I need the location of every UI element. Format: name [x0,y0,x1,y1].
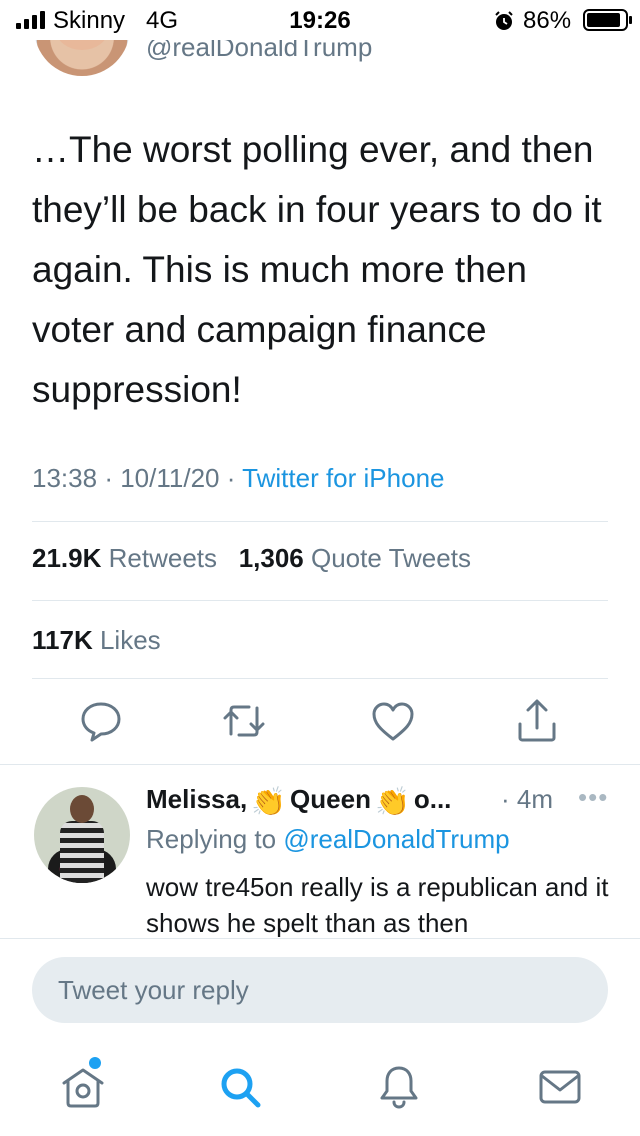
divider [32,678,608,679]
reply-author-name[interactable]: Melissa, 👏 Queen 👏 o... [146,784,451,818]
divider [32,600,608,601]
home-icon[interactable] [59,1063,107,1111]
meta-separator: · [104,463,113,493]
tweet-time: 13:38 [32,463,98,493]
reply-author-avatar[interactable] [34,787,130,883]
reply-name-part: Melissa, [146,784,248,814]
bottom-bar [0,938,640,1136]
likes-link[interactable]: 117K Likes [32,625,161,656]
reply-name-part: o... [413,784,452,814]
like-icon[interactable] [368,696,418,746]
messages-icon[interactable] [536,1063,584,1111]
quote-tweets-count: 1,306 [238,543,304,573]
clapping-hands-emoji: 👏 [251,786,287,817]
reply-input[interactable] [32,957,608,1023]
divider [0,764,640,765]
more-options-icon[interactable]: ••• [578,782,608,813]
divider [32,521,608,522]
tweet-meta: 13:38 · 10/11/20 · Twitter for iPhone [32,463,444,494]
retweets-label: Retweets [108,543,218,573]
share-icon[interactable] [512,696,562,746]
likes-label: Likes [99,625,161,655]
tweet-text: …The worst polling ever, and then they’l… [32,129,602,410]
battery-percentage: 86% [523,7,572,34]
replying-to-line: Replying to @realDonaldTrump [146,824,510,855]
tweet-action-bar [0,696,640,748]
tweet-date: 10/11/20 [120,463,220,493]
compose-reply-box[interactable] [32,957,608,1023]
retweets-count: 21.9K [32,543,102,573]
quote-tweets-label: Quote Tweets [311,543,471,573]
retweets-link[interactable]: 21.9K Retweets [32,543,217,573]
reply-icon[interactable] [76,696,126,746]
engagement-stats: 21.9K Retweets 1,306 Quote Tweets [32,543,471,574]
new-content-dot [89,1057,101,1069]
clapping-hands-emoji: 👏 [374,786,410,817]
quote-tweets-link[interactable]: 1,306 Quote Tweets [239,543,471,573]
alarm-icon [495,11,513,30]
retweet-icon[interactable] [219,696,269,746]
likes-count: 117K [32,625,93,655]
replying-to-label: Replying to [146,824,277,854]
reply-text: wow tre45on really is a republican and i… [146,872,609,937]
battery-icon [583,9,632,31]
reply-timestamp: · 4m [501,784,553,814]
tweet-source-link[interactable]: Twitter for iPhone [242,463,444,493]
reply-name-part: Queen [290,784,371,814]
meta-separator: · [226,463,236,493]
status-bar: Skinny 4G 19:26 86% [0,0,640,40]
notifications-icon[interactable] [375,1063,423,1111]
search-icon[interactable] [216,1063,264,1111]
replying-to-mention[interactable]: @realDonaldTrump [283,824,509,854]
